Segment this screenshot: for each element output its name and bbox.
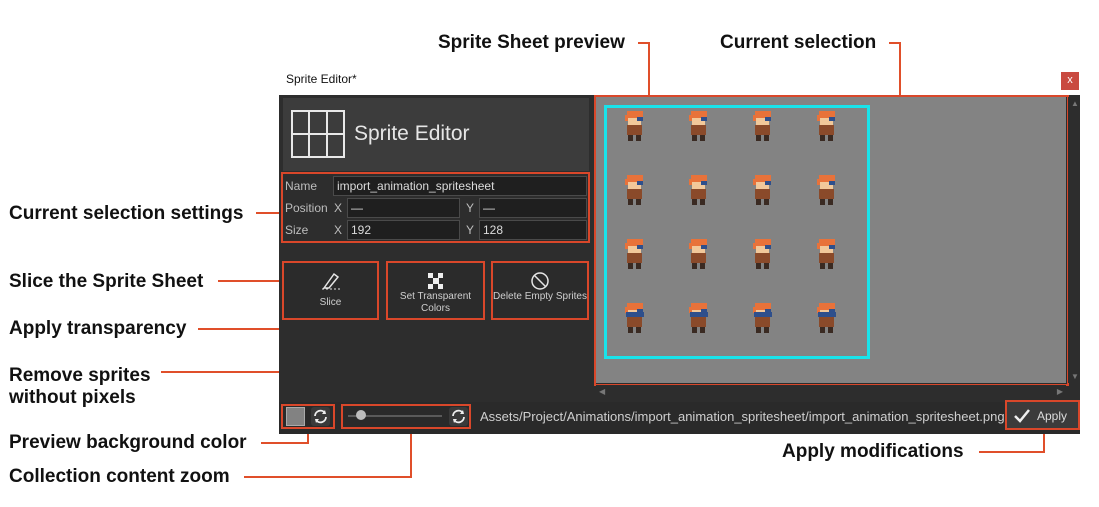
size-y-field[interactable]: 128 (479, 220, 587, 240)
callout-current-selection: Current selection (720, 32, 877, 53)
size-x-field[interactable]: 192 (347, 220, 460, 240)
scroll-up-icon[interactable]: ▲ (1071, 99, 1079, 108)
prohibited-icon (531, 272, 549, 290)
callout-preview-bg-color: Preview background color (9, 432, 247, 453)
sprite-grid-logo-icon (291, 110, 345, 158)
position-x-field[interactable]: — (347, 198, 460, 218)
callout-apply: Apply modifications (782, 441, 964, 462)
checker-icon (427, 273, 444, 289)
leader-line (979, 451, 1045, 453)
reset-zoom-icon[interactable] (449, 407, 468, 426)
scroll-left-icon[interactable]: ◀ (599, 387, 605, 396)
callout-zoom: Collection content zoom (9, 466, 230, 487)
apply-highlight (1005, 400, 1080, 430)
close-button[interactable]: x (1061, 72, 1079, 90)
leader-line (218, 280, 281, 282)
knife-icon (321, 272, 340, 290)
size-label: Size (285, 223, 309, 237)
leader-line (261, 442, 309, 444)
callout-remove-sprites-2: without pixels (9, 387, 136, 408)
callout-remove-sprites-1: Remove sprites (9, 365, 151, 386)
position-y-label: Y (466, 201, 475, 215)
callout-transparency: Apply transparency (9, 318, 187, 339)
callout-sprite-sheet-preview: Sprite Sheet preview (438, 32, 625, 53)
reset-bg-color-icon[interactable] (311, 407, 330, 426)
set-transparent-colors-button[interactable]: Set Transparent Colors (386, 261, 485, 320)
position-label: Position (285, 201, 328, 215)
size-y-label: Y (466, 223, 475, 237)
delete-empty-sprites-button[interactable]: Delete Empty Sprites (491, 261, 589, 320)
slice-label: Slice (319, 297, 342, 308)
name-field[interactable]: import_animation_spritesheet (333, 176, 587, 196)
editor-header-title: Sprite Editor (354, 122, 470, 145)
slice-button[interactable]: Slice (282, 261, 379, 320)
position-y-field[interactable]: — (479, 198, 587, 218)
scroll-right-icon[interactable]: ▶ (1057, 387, 1063, 396)
scroll-down-icon[interactable]: ▼ (1071, 372, 1079, 381)
vertical-scrollbar[interactable]: ▲ ▼ (1068, 97, 1080, 383)
leader-line (410, 427, 412, 478)
preview-bg-color-swatch[interactable] (286, 407, 305, 426)
horizontal-scrollbar[interactable]: ◀ ▶ (596, 385, 1066, 399)
name-label: Name (285, 179, 318, 193)
callout-selection-settings: Current selection settings (9, 203, 244, 224)
window-title: Sprite Editor* (286, 72, 357, 86)
callout-slice: Slice the Sprite Sheet (9, 271, 204, 292)
asset-path: Assets/Project/Animations/import_animati… (480, 409, 1005, 424)
set-transparent-label: Set Transparent Colors (399, 291, 472, 314)
leader-line (244, 476, 412, 478)
delete-empty-label: Delete Empty Sprites (493, 291, 587, 302)
size-x-label: X (334, 223, 343, 237)
position-x-label: X (334, 201, 343, 215)
current-selection-rect[interactable] (604, 105, 870, 359)
leader-line (648, 42, 650, 96)
